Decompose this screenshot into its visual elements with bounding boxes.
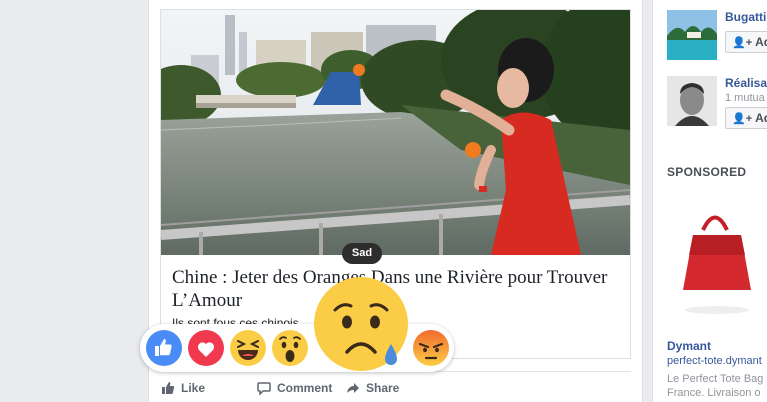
comment-icon	[257, 382, 271, 395]
thumbs-up-icon	[162, 382, 175, 394]
river-photo	[161, 10, 630, 255]
ad-title[interactable]: Dymant	[667, 339, 711, 353]
like-reaction-icon[interactable]	[145, 329, 183, 372]
ad-link[interactable]: perfect-tote.dymant	[667, 355, 762, 367]
wow-reaction-icon[interactable]	[271, 329, 309, 372]
love-reaction-icon[interactable]	[187, 329, 225, 372]
right-rail: Bugatti 👤+ Add Réalisat 1 mutua 👤+ Add S…	[652, 0, 767, 402]
ad-desc-line-2: France. Livraison o	[667, 387, 761, 399]
suggestion-thumbnail[interactable]	[667, 10, 717, 60]
add-friend-icon: 👤+	[732, 112, 753, 125]
like-label: Like	[181, 381, 206, 395]
suggestion-name[interactable]: Bugatti	[725, 10, 766, 24]
add-label: Add	[755, 111, 767, 125]
suggestion-thumbnail[interactable]	[667, 76, 717, 126]
ad-description: Le Perfect Tote Bag France. Livraison o	[667, 372, 767, 400]
add-button[interactable]: 👤+ Add	[725, 31, 767, 53]
suggestion-name[interactable]: Réalisat	[725, 76, 767, 90]
share-label: Share	[366, 381, 400, 395]
mutual-friends: 1 mutua	[725, 92, 765, 104]
reaction-tooltip: Sad	[342, 243, 382, 264]
like-button[interactable]: Like	[161, 381, 205, 395]
share-button[interactable]: Share	[346, 381, 399, 395]
add-label: Add	[755, 35, 767, 49]
sponsored-heading: SPONSORED	[667, 165, 747, 179]
share-icon	[347, 383, 359, 393]
comment-button[interactable]: Comment	[257, 381, 332, 395]
add-button[interactable]: 👤+ Add	[725, 107, 767, 129]
preview-image[interactable]	[161, 10, 630, 255]
add-friend-icon: 👤+	[732, 36, 753, 49]
ad-image[interactable]	[667, 190, 767, 330]
comment-label: Comment	[277, 381, 333, 395]
haha-reaction-icon[interactable]	[229, 329, 267, 372]
ad-desc-line-1: Le Perfect Tote Bag	[667, 373, 764, 385]
angry-reaction-icon[interactable]	[412, 329, 450, 372]
sad-reaction-icon[interactable]	[313, 276, 409, 377]
